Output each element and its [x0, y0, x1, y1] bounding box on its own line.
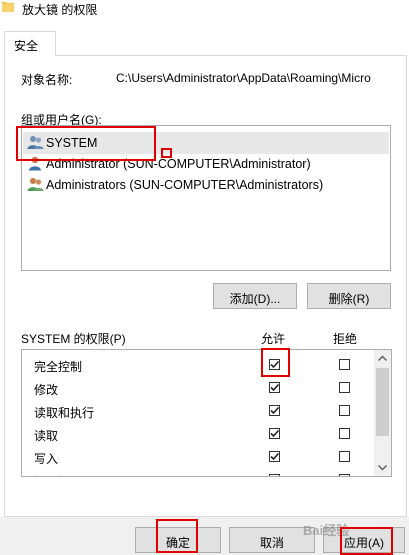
- user-name: SYSTEM: [46, 136, 98, 150]
- permission-row: 写入: [22, 445, 374, 468]
- allow-column-header: 允许: [261, 332, 286, 346]
- permission-row: 完全控制: [22, 353, 374, 376]
- allow-checkbox[interactable]: [269, 382, 280, 393]
- tab-security[interactable]: 安全: [4, 31, 56, 56]
- deny-checkbox[interactable]: [339, 428, 350, 439]
- deny-checkbox[interactable]: [339, 451, 350, 462]
- permissions-list: 完全控制修改读取和执行读取写入特殊权限: [21, 349, 392, 477]
- scroll-up-arrow-icon[interactable]: [374, 350, 391, 367]
- checkmark-icon: [270, 360, 280, 369]
- user-list[interactable]: SYSTEM Administrator (SUN-COMPUTER\Admin…: [21, 125, 391, 271]
- add-button[interactable]: 添加(D)...: [213, 283, 297, 309]
- permission-name: 读取: [34, 429, 59, 443]
- user-name: Administrators (SUN-COMPUTER\Administrat…: [46, 178, 324, 192]
- deny-checkbox[interactable]: [339, 474, 350, 476]
- permission-name: 写入: [34, 452, 59, 466]
- user-group-icon: [27, 178, 44, 191]
- scroll-down-arrow-icon[interactable]: [374, 459, 391, 476]
- permission-row: 读取: [22, 422, 374, 445]
- allow-checkbox[interactable]: [269, 428, 280, 439]
- checkmark-icon: [270, 406, 280, 415]
- ok-button[interactable]: 确定: [135, 527, 221, 553]
- permission-row: 特殊权限: [22, 468, 374, 476]
- tab-security-label: 安全: [14, 39, 39, 53]
- allow-checkbox[interactable]: [269, 405, 280, 416]
- deny-checkbox[interactable]: [339, 359, 350, 370]
- folder-icon: [2, 2, 14, 12]
- checkmark-icon: [270, 452, 280, 461]
- permissions-scrollbar[interactable]: [374, 350, 391, 476]
- permission-name: 读取和执行: [34, 406, 95, 420]
- watermark: Bai经验: [303, 523, 350, 538]
- allow-checkbox[interactable]: [269, 474, 280, 476]
- remove-button[interactable]: 删除(R): [307, 283, 391, 309]
- permission-name: 特殊权限: [34, 473, 82, 476]
- user-list-item-system[interactable]: SYSTEM: [23, 132, 389, 154]
- checkmark-icon: [270, 383, 280, 392]
- scroll-thumb[interactable]: [376, 368, 389, 436]
- checkmark-icon: [270, 429, 280, 438]
- allow-checkbox[interactable]: [269, 451, 280, 462]
- permission-name: 完全控制: [34, 360, 83, 374]
- allow-checkbox[interactable]: [269, 359, 280, 370]
- user-list-item-administrator[interactable]: Administrator (SUN-COMPUTER\Administrato…: [23, 153, 389, 175]
- user-group-icon: [27, 136, 44, 149]
- window-title: 放大镜 的权限: [22, 3, 98, 17]
- object-name-value: C:\Users\Administrator\AppData\Roaming\M…: [116, 71, 371, 85]
- permission-name: 修改: [34, 383, 59, 397]
- object-name-label: 对象名称:: [21, 73, 73, 87]
- permission-row: 修改: [22, 376, 374, 399]
- permissions-title: SYSTEM 的权限(P): [21, 332, 126, 346]
- permission-row: 读取和执行: [22, 399, 374, 422]
- deny-column-header: 拒绝: [333, 332, 358, 346]
- deny-checkbox[interactable]: [339, 405, 350, 416]
- user-name: Administrator (SUN-COMPUTER\Administrato…: [46, 157, 311, 171]
- deny-checkbox[interactable]: [339, 382, 350, 393]
- user-list-item-administrators[interactable]: Administrators (SUN-COMPUTER\Administrat…: [23, 174, 389, 196]
- user-icon: [29, 156, 41, 171]
